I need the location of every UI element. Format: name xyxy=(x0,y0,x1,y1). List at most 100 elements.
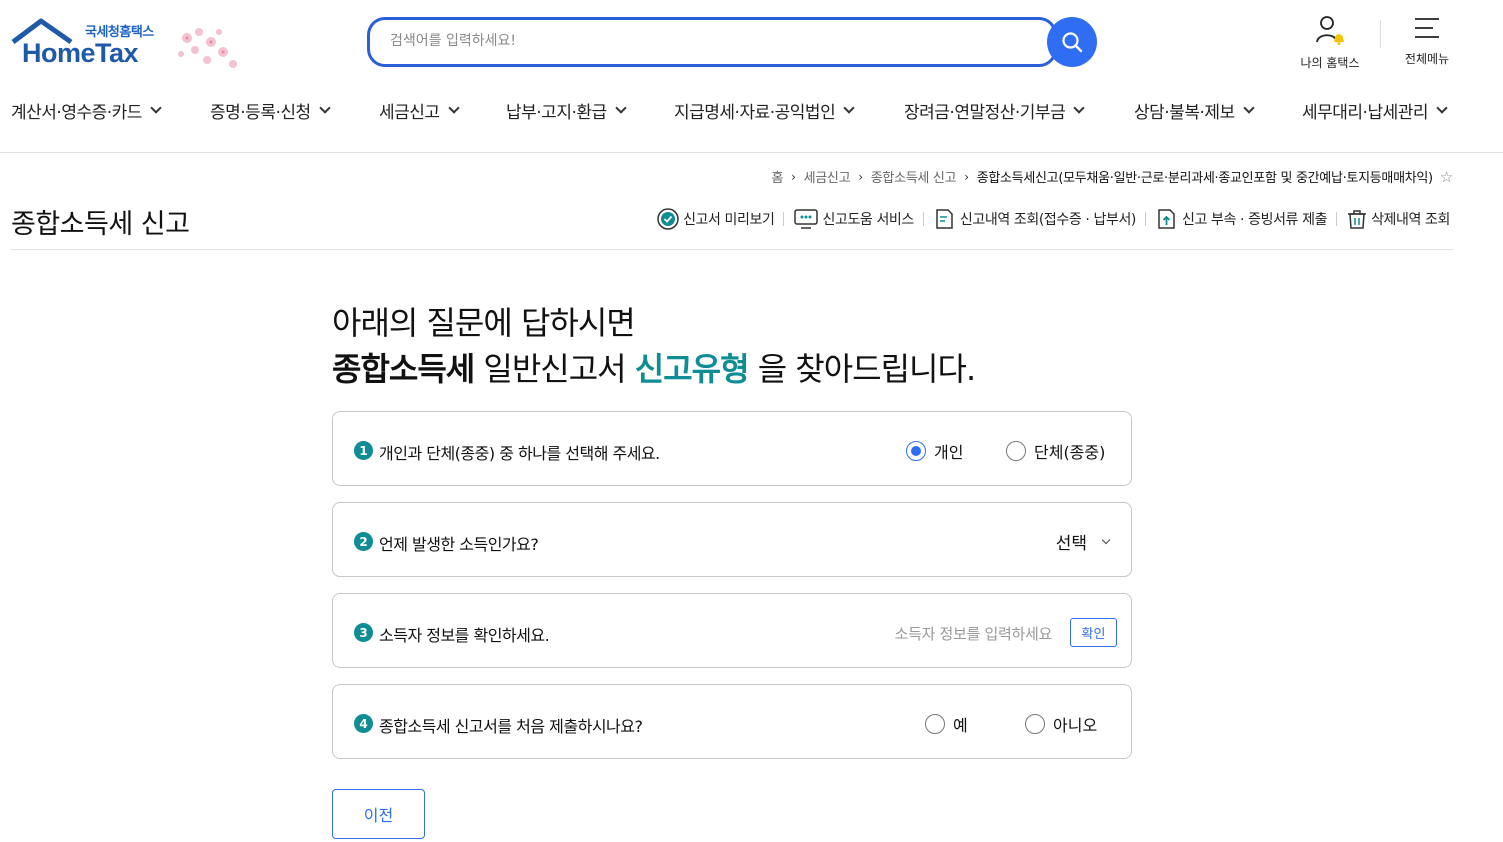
radio-yes[interactable]: 예 xyxy=(925,712,968,736)
header-divider xyxy=(1380,20,1381,48)
chevron-down-icon xyxy=(447,102,460,114)
user-bell-icon xyxy=(1316,16,1344,45)
document-upload-icon xyxy=(1158,209,1175,229)
chevron-down-icon xyxy=(1101,535,1111,544)
question-number-badge: 3 xyxy=(354,623,373,642)
question-4-box: 4 종합소득세 신고서를 처음 제출하시나요? 예 아니오 xyxy=(332,684,1132,759)
page-toolbar: 신고서 미리보기 신고도움 서비스 신고내역 조회(접수증 · 납부서) 신고 … xyxy=(656,207,1450,231)
toolbar-divider xyxy=(922,212,924,226)
all-menu-label: 전체메뉴 xyxy=(1404,52,1450,66)
question-number-badge: 2 xyxy=(354,532,373,551)
headline-line2: 종합소득세 일반신고서 신고유형 을 찾아드립니다. xyxy=(332,346,976,392)
page-title: 종합소득세 신고 xyxy=(11,209,190,240)
nav-item-consulting[interactable]: 상담·불복·제보 xyxy=(1134,98,1255,123)
radio-organization-label: 단체(종중) xyxy=(1034,443,1106,462)
breadcrumb-level1[interactable]: 세금신고 xyxy=(804,167,851,186)
all-menu-button[interactable]: 전체메뉴 xyxy=(1395,14,1459,67)
hamburger-menu-icon xyxy=(1415,18,1439,38)
help-service-label: 신고도움 서비스 xyxy=(822,212,914,228)
breadcrumb: 홈 › 세금신고 › 종합소득세 신고 › 종합소득세신고(모두채움·일반·근로… xyxy=(771,167,1453,187)
search-box xyxy=(367,17,1057,67)
income-period-select[interactable]: 선택 xyxy=(1055,529,1111,554)
headline-end: 을 찾아드립니다. xyxy=(748,350,976,388)
chevron-right-icon: › xyxy=(964,169,969,184)
nav-item-label: 세무대리·납세관리 xyxy=(1302,103,1429,123)
nav-item-tax-report[interactable]: 세금신고 xyxy=(379,98,460,123)
nav-item-label: 장려금·연말정산·기부금 xyxy=(904,103,1066,123)
headline-bold: 종합소득세 xyxy=(332,350,475,388)
nav-item-label: 납부·고지·환급 xyxy=(506,103,607,123)
help-service-button[interactable]: 신고도움 서비스 xyxy=(793,207,914,231)
radio-organization[interactable]: 단체(종중) xyxy=(1006,439,1105,463)
nav-item-receipts[interactable]: 계산서·영수증·카드 xyxy=(11,98,162,123)
star-icon[interactable]: ☆ xyxy=(1440,168,1453,186)
nav-item-label: 상담·불복·제보 xyxy=(1134,103,1235,123)
radio-unchecked-icon xyxy=(1006,441,1026,461)
nav-item-incentives[interactable]: 장려금·연말정산·기부금 xyxy=(904,98,1085,123)
breadcrumb-current: 종합소득세신고(모두채움·일반·근로·분리과세·종교인포함 및 중간예납·토지등… xyxy=(976,171,1433,186)
radio-unchecked-icon xyxy=(1025,714,1045,734)
question-1-text: 개인과 단체(종중) 중 하나를 선택해 주세요. xyxy=(379,444,660,463)
headline-line1: 아래의 질문에 답하시면 xyxy=(332,304,636,342)
question-2-box: 2 언제 발생한 소득인가요? 선택 xyxy=(332,502,1132,577)
logo-title: HomeTax xyxy=(22,38,139,68)
chevron-down-icon xyxy=(150,102,162,114)
nav-item-label: 증명·등록·신청 xyxy=(210,103,311,123)
main-nav: 계산서·영수증·카드 증명·등록·신청 세금신고 납부·고지·환급 지급명세·자… xyxy=(0,98,1503,126)
hometax-logo[interactable]: 국세청홈택스 HomeTax xyxy=(11,18,251,74)
radio-individual[interactable]: 개인 xyxy=(906,439,963,463)
deleted-history-button[interactable]: 삭제내역 조회 xyxy=(1346,207,1450,231)
question-2-text: 언제 발생한 소득인가요? xyxy=(379,535,539,554)
deleted-history-label: 삭제내역 조회 xyxy=(1371,212,1450,228)
radio-individual-label: 개인 xyxy=(934,443,964,462)
nav-divider xyxy=(0,152,1503,153)
search-button[interactable] xyxy=(1047,17,1097,67)
my-hometax-button[interactable]: 나의 홈택스 xyxy=(1290,14,1370,71)
trash-icon xyxy=(1348,210,1367,229)
attach-documents-label: 신고 부속 · 증빙서류 제출 xyxy=(1182,212,1328,228)
nav-item-agent[interactable]: 세무대리·납세관리 xyxy=(1302,98,1448,123)
title-divider xyxy=(11,249,1453,250)
chevron-down-icon xyxy=(1073,102,1085,114)
document-search-icon xyxy=(936,209,953,229)
check-circle-icon xyxy=(657,208,679,230)
preview-label: 신고서 미리보기 xyxy=(683,212,775,228)
breadcrumb-level2[interactable]: 종합소득세 신고 xyxy=(871,167,957,186)
chevron-down-icon xyxy=(1436,102,1448,114)
preview-button[interactable]: 신고서 미리보기 xyxy=(656,207,775,231)
previous-button[interactable]: 이전 xyxy=(332,789,425,839)
breadcrumb-home[interactable]: 홈 xyxy=(771,167,783,186)
radio-no-label: 아니오 xyxy=(1053,716,1098,735)
history-button[interactable]: 신고내역 조회(접수증 · 납부서) xyxy=(933,207,1136,231)
question-1-box: 1 개인과 단체(종중) 중 하나를 선택해 주세요. 개인 단체(종중) xyxy=(332,411,1132,486)
chevron-right-icon: › xyxy=(858,169,863,184)
nav-item-statements[interactable]: 지급명세·자료·공익법인 xyxy=(674,98,855,123)
select-value: 선택 xyxy=(1055,534,1087,554)
radio-unchecked-icon xyxy=(925,714,945,734)
question-number-badge: 1 xyxy=(354,441,373,460)
monitor-help-icon xyxy=(794,209,819,229)
nav-item-certificates[interactable]: 증명·등록·신청 xyxy=(210,98,331,123)
cherry-blossom-icon xyxy=(178,28,237,68)
my-hometax-label: 나의 홈택스 xyxy=(1300,56,1360,70)
radio-yes-label: 예 xyxy=(953,716,968,735)
nav-item-label: 세금신고 xyxy=(379,103,440,123)
headline-teal: 신고유형 xyxy=(634,350,750,388)
question-3-box: 3 소득자 정보를 확인하세요. 소득자 정보를 입력하세요 확인 xyxy=(332,593,1132,668)
toolbar-divider xyxy=(1336,212,1338,226)
income-earner-info-field[interactable]: 소득자 정보를 입력하세요 xyxy=(895,623,1053,644)
toolbar-divider xyxy=(783,212,785,226)
headline: 아래의 질문에 답하시면 종합소득세 일반신고서 신고유형 을 찾아드립니다. xyxy=(332,300,976,392)
nav-item-payment[interactable]: 납부·고지·환급 xyxy=(506,98,627,123)
chevron-right-icon: › xyxy=(791,169,796,184)
search-input[interactable] xyxy=(390,33,990,49)
radio-no[interactable]: 아니오 xyxy=(1025,712,1097,736)
confirm-button[interactable]: 확인 xyxy=(1070,618,1117,647)
question-4-text: 종합소득세 신고서를 처음 제출하시나요? xyxy=(379,717,643,736)
toolbar-divider xyxy=(1145,212,1146,226)
radio-checked-icon xyxy=(906,441,926,461)
attach-documents-button[interactable]: 신고 부속 · 증빙서류 제출 xyxy=(1155,207,1327,231)
chevron-down-icon xyxy=(843,102,855,114)
search-icon xyxy=(1062,32,1083,53)
chevron-down-icon xyxy=(318,102,331,114)
